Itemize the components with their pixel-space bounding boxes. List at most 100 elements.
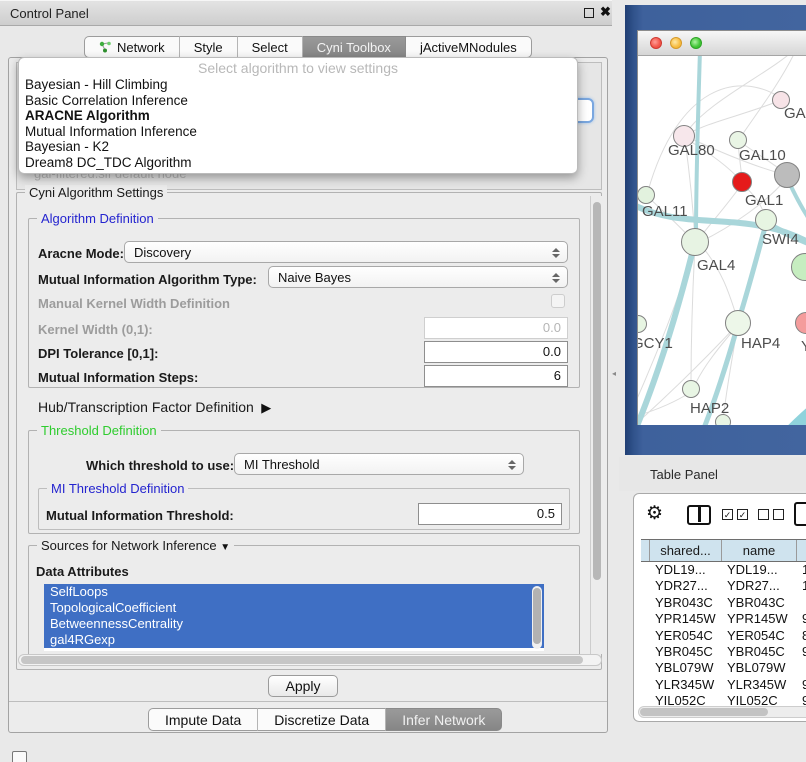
algorithm-option[interactable]: Basic Correlation Inference (19, 93, 577, 109)
attribute-list-item[interactable]: TopologicalCoefficient (44, 600, 544, 616)
which-threshold-select[interactable]: MI Threshold (234, 453, 524, 475)
checked-checkbox-icon[interactable]: ✓ (722, 509, 733, 520)
scrollbar-thumb[interactable] (533, 588, 541, 644)
close-traffic-light-button[interactable] (650, 37, 662, 49)
table-cell: YPR145W (722, 611, 797, 627)
sources-toggle[interactable]: Sources for Network Inference ▼ (37, 538, 234, 553)
tab-jactivemnodules[interactable]: jActiveMNodules (406, 36, 532, 58)
tab-select[interactable]: Select (238, 36, 303, 58)
column-header-clipped[interactable]: A (797, 540, 806, 561)
table-row[interactable]: YBR043CYBR043C (641, 595, 806, 611)
close-icon[interactable]: ✖ (600, 4, 611, 20)
settings-horizontal-scrollbar[interactable] (18, 654, 602, 666)
scrollbar-thumb[interactable] (21, 656, 583, 664)
column-header-name[interactable]: name (722, 540, 797, 561)
node-label: GAL80 (668, 142, 715, 159)
table-cell: YIL052C (650, 693, 722, 707)
attribute-list-item[interactable]: BetweennessCentrality (44, 616, 544, 632)
float-panel-icon[interactable] (584, 8, 594, 18)
minimized-panel-icon[interactable] (12, 751, 27, 762)
tab-cyni-toolbox[interactable]: Cyni Toolbox (303, 36, 406, 58)
tab-style[interactable]: Style (180, 36, 238, 58)
node[interactable] (715, 414, 731, 425)
mi-steps-field[interactable]: 6 (424, 365, 568, 387)
algorithm-option[interactable]: Mutual Information Inference (19, 124, 577, 140)
group-title: Cyni Algorithm Settings (25, 185, 167, 200)
table-horizontal-scrollbar[interactable] (638, 706, 806, 718)
node-swi4[interactable] (755, 209, 777, 231)
node-label: GAL4 (697, 257, 735, 274)
checked-checkbox-icon[interactable]: ✓ (737, 509, 748, 520)
tab-discretize-data[interactable]: Discretize Data (258, 708, 386, 731)
table-row[interactable]: YBL079WYBL079W (641, 660, 806, 676)
node[interactable] (774, 162, 800, 188)
attributes-list-scrollbar[interactable] (532, 586, 542, 649)
table-row[interactable]: YBR045CYBR045C9. (641, 644, 806, 660)
aracne-mode-select[interactable]: Discovery (124, 241, 568, 263)
mi-threshold-field[interactable]: 0.5 (418, 503, 562, 525)
table-row[interactable]: YER054CYER054C8. (641, 628, 806, 644)
columns-icon[interactable] (687, 505, 711, 525)
data-attributes-list[interactable]: SelfLoopsTopologicalCoefficientBetweenne… (44, 584, 544, 651)
table-row[interactable]: YDL19...YDL19...13 (641, 562, 806, 578)
splitter-handle[interactable]: ◂ (612, 369, 618, 379)
minimize-traffic-light-button[interactable] (670, 37, 682, 49)
selected-value: Naive Bayes (278, 270, 351, 285)
table-cell: YBR045C (722, 644, 797, 660)
export-table-icon[interactable] (794, 502, 806, 526)
table-cell: YLR345W (722, 677, 797, 693)
table-cell: 13 (797, 562, 806, 578)
table-row[interactable]: YDR27...YDR27...12 (641, 578, 806, 594)
node-hap2[interactable] (682, 380, 700, 398)
scrollbar-thumb[interactable] (640, 708, 768, 716)
attribute-list-item[interactable]: gal4RGexp (44, 632, 544, 648)
table-cell: YBR045C (650, 644, 722, 660)
table-cell: YPR145W (650, 611, 722, 627)
table-row[interactable]: YPR145WYPR145W9. (641, 611, 806, 627)
node-gal1[interactable] (732, 172, 752, 192)
algorithm-option[interactable]: ARACNE Algorithm (19, 108, 577, 124)
tab-infer-network[interactable]: Infer Network (386, 708, 502, 731)
which-threshold-label: Which threshold to use: (86, 458, 234, 473)
tab-impute-data[interactable]: Impute Data (148, 708, 258, 731)
algorithm-option[interactable]: Bayesian - Hill Climbing (19, 77, 577, 93)
table-cell: 12 (797, 578, 806, 594)
tab-label: Discretize Data (274, 712, 369, 728)
kernel-width-field[interactable]: 0.0 (424, 317, 568, 339)
node-label: GAL1 (745, 192, 783, 209)
screen: Control Panel ✖ Network Style Select Cyn… (0, 0, 806, 762)
unchecked-checkbox-icon[interactable] (773, 509, 784, 520)
mi-type-select[interactable]: Naive Bayes (268, 266, 568, 288)
node-label: Y (801, 338, 806, 355)
network-window-titlebar[interactable] (638, 31, 806, 56)
mi-type-label: Mutual Information Algorithm Type: (38, 272, 257, 287)
table-rows: YDL19...YDL19...13YDR27...YDR27...12YBR0… (641, 562, 806, 707)
dpi-tolerance-label: DPI Tolerance [0,1]: (38, 346, 158, 361)
table-panel-title: Table Panel (650, 467, 718, 482)
gear-icon[interactable]: ⚙ (646, 502, 663, 525)
group-title: Threshold Definition (37, 423, 161, 438)
column-header-shared-name[interactable]: shared... (650, 540, 722, 561)
table-row[interactable]: YLR345WYLR345W9. (641, 677, 806, 693)
hub-definition-toggle[interactable]: Hub/Transcription Factor Definition ▶ (38, 399, 271, 416)
algorithm-option[interactable]: Dream8 DC_TDC Algorithm (19, 155, 577, 171)
dpi-tolerance-field[interactable]: 0.0 (424, 341, 568, 363)
algorithm-option[interactable]: Bayesian - K2 (19, 139, 577, 155)
node-gal4[interactable] (681, 228, 709, 256)
kernel-width-label: Kernel Width (0,1): (38, 322, 153, 337)
zoom-traffic-light-button[interactable] (690, 37, 702, 49)
scrollbar-thumb[interactable] (593, 202, 601, 580)
table-cell: YER054C (722, 628, 797, 644)
attribute-list-item[interactable]: SelfLoops (44, 584, 544, 600)
node-label: GAL11 (642, 203, 688, 220)
manual-kernel-checkbox[interactable] (551, 294, 565, 308)
table-cell: YDL19... (722, 562, 797, 578)
network-canvas[interactable]: GALGAL80GAL10GAL1GAL11SWI4GAL4GCY1HAP4YH… (638, 56, 806, 425)
settings-vertical-scrollbar[interactable] (590, 196, 602, 654)
apply-button[interactable]: Apply (268, 675, 338, 697)
table-row[interactable]: YIL052CYIL052C9 (641, 693, 806, 707)
node-hap4[interactable] (725, 310, 751, 336)
node-label: GCY1 (638, 335, 673, 352)
tab-network[interactable]: Network (84, 36, 180, 58)
unchecked-checkbox-icon[interactable] (758, 509, 769, 520)
